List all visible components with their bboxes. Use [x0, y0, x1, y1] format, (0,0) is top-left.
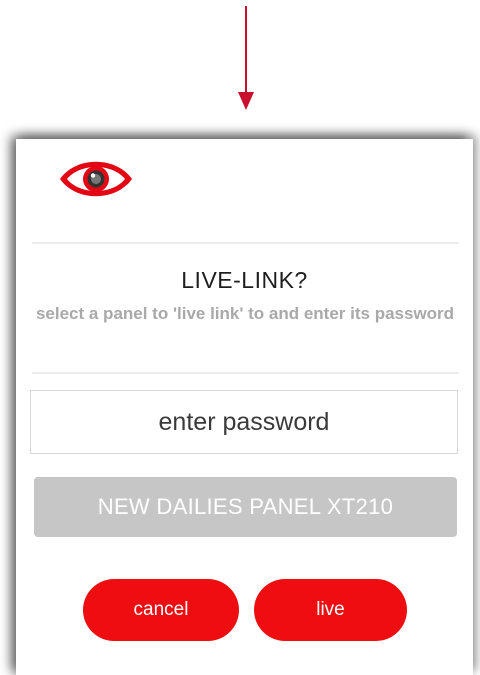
divider	[32, 242, 459, 244]
down-arrow-icon	[238, 6, 254, 110]
divider	[32, 372, 459, 374]
live-button[interactable]: live	[254, 579, 407, 641]
screen: LIVE-LINK? select a panel to 'live link'…	[0, 0, 480, 675]
dialog-subtitle: select a panel to 'live link' to and ent…	[35, 304, 455, 323]
eye-icon	[60, 161, 132, 197]
panel-select[interactable]: NEW DAILIES PANEL XT210	[34, 477, 457, 537]
password-input[interactable]	[30, 390, 458, 454]
dialog-title: LIVE-LINK?	[181, 267, 308, 293]
live-link-dialog: LIVE-LINK? select a panel to 'live link'…	[16, 139, 473, 675]
cancel-button[interactable]: cancel	[83, 579, 239, 641]
